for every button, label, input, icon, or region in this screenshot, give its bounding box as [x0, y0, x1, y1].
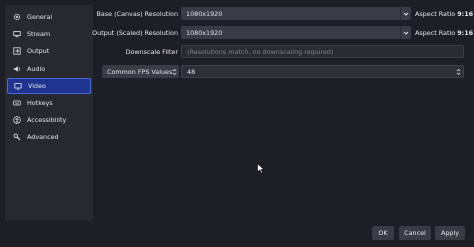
chevron-down-icon[interactable]	[400, 7, 411, 20]
sidebar-item-accessibility[interactable]: Accessibility	[7, 112, 91, 128]
fps-type-combo[interactable]: Common FPS Values	[102, 65, 179, 78]
mouse-cursor-icon	[257, 162, 265, 176]
speaker-icon	[12, 65, 21, 74]
sidebar-item-label: Stream	[27, 30, 51, 38]
updown-arrows-icon[interactable]	[456, 66, 461, 77]
fps-value: 48	[187, 67, 196, 76]
sidebar-item-label: Output	[27, 47, 50, 55]
fps-type-value: Common FPS Values	[107, 67, 173, 76]
base-aspect-value: 9:16	[457, 10, 474, 18]
sidebar-item-label: Hotkeys	[27, 99, 53, 107]
output-aspect-value: 9:16	[457, 29, 474, 37]
sidebar-item-output[interactable]: Output	[7, 43, 91, 59]
sidebar-item-hotkeys[interactable]: Hotkeys	[7, 95, 91, 111]
keyboard-icon	[12, 99, 21, 108]
sidebar-item-label: Audio	[27, 65, 46, 73]
ok-button[interactable]: OK	[372, 226, 394, 240]
chevron-down-icon[interactable]	[400, 26, 411, 39]
sidebar-item-label: General	[27, 13, 53, 21]
cancel-button[interactable]: Cancel	[399, 226, 431, 240]
output-icon	[12, 47, 21, 56]
wrench-icon	[12, 133, 21, 142]
output-resolution-combo[interactable]: 1080x1920	[181, 26, 411, 39]
updown-arrows-icon[interactable]	[169, 65, 179, 78]
monitor-icon	[13, 82, 22, 91]
sidebar-item-video[interactable]: Video	[7, 78, 91, 94]
sidebar-item-audio[interactable]: Audio	[7, 61, 91, 77]
base-resolution-value: 1080x1920	[186, 9, 223, 18]
output-resolution-value: 1080x1920	[186, 28, 223, 37]
downscale-filter-combo: (Resolutions match, no downscaling requi…	[181, 45, 464, 58]
base-resolution-label: Base (Canvas) Resolution	[96, 10, 178, 18]
downscale-filter-value: (Resolutions match, no downscaling requi…	[187, 47, 334, 56]
sidebar-item-stream[interactable]: Stream	[7, 26, 91, 42]
sidebar-item-label: Advanced	[27, 133, 59, 141]
sidebar-item-label: Accessibility	[27, 116, 67, 124]
settings-sidebar: General Stream Output Audio Video Hotkey…	[5, 5, 93, 221]
output-resolution-label: Output (Scaled) Resolution	[92, 29, 178, 37]
downscale-filter-label: Downscale Filter	[125, 48, 178, 56]
accessibility-icon	[12, 116, 21, 125]
stream-icon	[12, 30, 21, 39]
output-aspect-ratio: Aspect Ratio 9:16	[415, 29, 474, 37]
base-aspect-ratio: Aspect Ratio 9:16	[415, 10, 474, 18]
gear-icon	[12, 13, 21, 22]
fps-value-combo[interactable]: 48	[181, 65, 464, 78]
sidebar-item-general[interactable]: General	[7, 9, 91, 25]
sidebar-item-label: Video	[28, 82, 46, 90]
apply-button[interactable]: Apply	[435, 226, 465, 240]
sidebar-item-advanced[interactable]: Advanced	[7, 129, 91, 145]
base-resolution-combo[interactable]: 1080x1920	[181, 7, 411, 20]
